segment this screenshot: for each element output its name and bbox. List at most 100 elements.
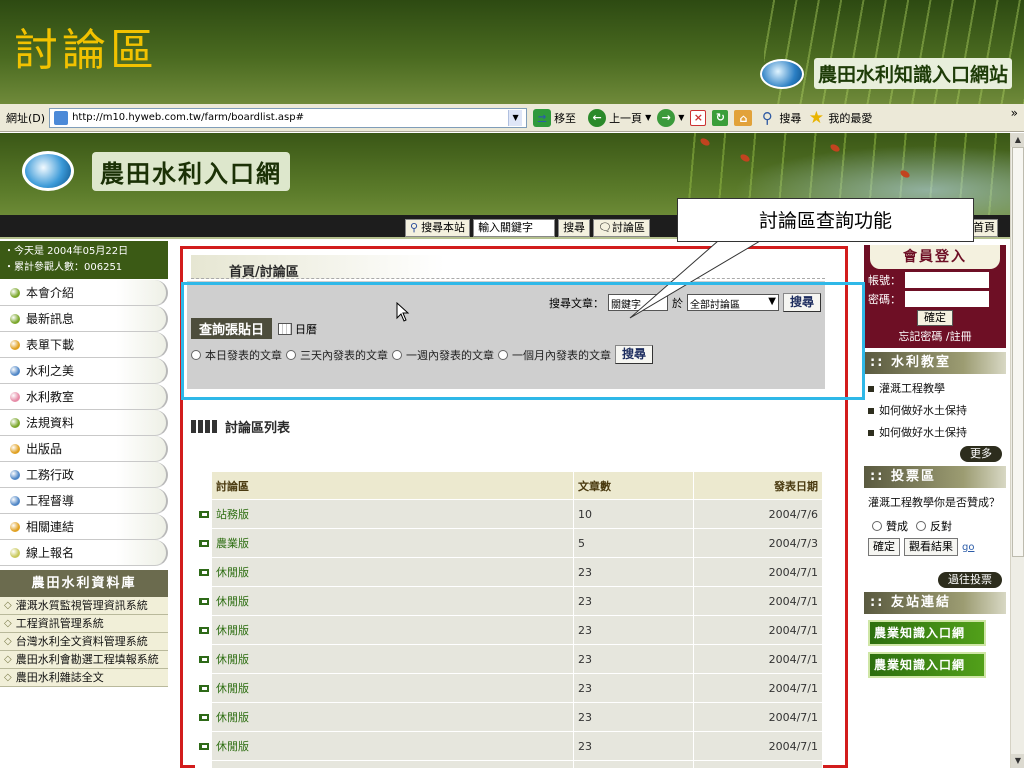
table-row[interactable]: 休閒版232004/7/1 <box>195 673 823 703</box>
search-button[interactable]: ⚲ 搜尋 <box>758 109 802 127</box>
forum-name-link[interactable]: 休閒版 <box>211 557 574 587</box>
site-tools: ⚲ 搜尋本站 輸入關鍵字 搜尋 🗨討論區 首頁 <box>405 219 998 237</box>
column-header-count[interactable]: 文章數 <box>573 471 694 500</box>
database-item[interactable]: ◇ 台灣水利全文資料管理系統 <box>0 633 168 651</box>
article-count: 23 <box>573 615 694 645</box>
sidebar-item[interactable]: 本會介紹 <box>0 280 168 306</box>
sidebar-item[interactable]: 相關連結 <box>0 514 168 540</box>
site-search-button[interactable]: 搜尋 <box>558 219 591 237</box>
forum-name-link[interactable]: 站務版 <box>211 499 574 529</box>
address-url[interactable]: http://m10.hyweb.com.tw/farm/boardlist.a… <box>72 112 504 123</box>
list-item[interactable]: 如何做好水土保持 <box>868 422 1010 444</box>
toolbar-overflow-chevron[interactable]: » <box>1011 106 1018 120</box>
sidebar-item-label: 工程督導 <box>26 494 75 508</box>
brand: 農田水利知識入口網站 <box>759 58 1012 89</box>
account-input[interactable] <box>905 272 989 288</box>
friend-link-banner[interactable]: 農業知識入口網 <box>868 620 986 646</box>
magnifier-icon: ⚲ <box>410 221 419 234</box>
vote-go-link[interactable]: go <box>962 542 974 553</box>
site-name: 農田水利入口網 <box>92 151 290 191</box>
vote-ok-button[interactable]: 確定 <box>868 538 900 556</box>
address-bar[interactable]: http://m10.hyweb.com.tw/farm/boardlist.a… <box>49 107 528 128</box>
forum-name-link[interactable]: 休閒版 <box>211 731 574 761</box>
stop-button[interactable]: × <box>690 109 707 126</box>
sidebar-item[interactable]: 出版品 <box>0 436 168 462</box>
sidebar-item[interactable]: 水利之美 <box>0 358 168 384</box>
database-item-label: 農田水利雜誌全文 <box>15 671 104 684</box>
vote-result-button[interactable]: 觀看結果 <box>904 538 958 556</box>
forum-name-link[interactable]: 休閒版 <box>211 644 574 674</box>
forgot-password-link[interactable]: 忘記密碼 /註冊 <box>864 328 1006 344</box>
database-item[interactable]: ◇ 農田水利雜誌全文 <box>0 669 168 687</box>
forum-name-link[interactable]: 休閒版 <box>211 586 574 616</box>
refresh-button[interactable]: ↻ <box>712 109 729 126</box>
stop-icon: × <box>690 109 707 126</box>
site-logo[interactable]: 農田水利入口網 <box>22 151 290 191</box>
table-row[interactable]: 休閒版232004/7/1 <box>195 760 823 768</box>
sidebar-item[interactable]: 工程督導 <box>0 488 168 514</box>
column-header-date[interactable]: 發表日期 <box>693 471 823 500</box>
sidebar-item[interactable]: 法規資料 <box>0 410 168 436</box>
list-item[interactable]: 灌溉工程教學 <box>868 378 1010 400</box>
table-row[interactable]: 休閒版232004/7/1 <box>195 731 823 761</box>
diamond-icon: ◇ <box>4 672 12 683</box>
forum-row-icon <box>195 760 212 768</box>
sidebar-item[interactable]: 線上報名 <box>0 540 168 566</box>
vote-yes-radio[interactable] <box>872 521 882 531</box>
scroll-down-icon[interactable]: ▼ <box>1011 754 1024 768</box>
database-title: 農田水利資料庫 <box>0 570 168 597</box>
article-count: 23 <box>573 673 694 703</box>
post-date: 2004/7/1 <box>693 615 823 645</box>
forum-name-link[interactable]: 休閒版 <box>211 615 574 645</box>
database-item[interactable]: ◇ 工程資訊管理系統 <box>0 615 168 633</box>
article-count: 23 <box>573 557 694 587</box>
diamond-icon: ◇ <box>4 636 12 647</box>
favorites-button[interactable]: ★ 我的最愛 <box>807 109 873 127</box>
forum-name-link[interactable]: 休閒版 <box>211 760 574 768</box>
home-button[interactable]: ⌂ <box>734 109 753 126</box>
forum-name-link[interactable]: 農業版 <box>211 528 574 558</box>
sidebar-item-label: 工務行政 <box>26 468 75 482</box>
sidebar-item[interactable]: 工務行政 <box>0 462 168 488</box>
sidebar-item[interactable]: 水利教室 <box>0 384 168 410</box>
site-logo-icon <box>22 151 74 191</box>
forum-name-link[interactable]: 休閒版 <box>211 702 574 732</box>
column-header-forum[interactable]: 討論區 <box>211 471 574 500</box>
list-item[interactable]: 如何做好水土保持 <box>868 400 1010 422</box>
brand-text: 農田水利知識入口網站 <box>813 58 1012 89</box>
breadcrumb: 首頁/討論區 <box>191 255 825 280</box>
table-row[interactable]: 休閒版232004/7/1 <box>195 557 823 587</box>
past-votes-button[interactable]: 過往投票 <box>938 572 1002 588</box>
scroll-up-icon[interactable]: ▲ <box>1011 133 1024 147</box>
scroll-thumb[interactable] <box>1012 147 1024 557</box>
forum-name-link[interactable]: 休閒版 <box>211 673 574 703</box>
sidebar-item[interactable]: 最新訊息 <box>0 306 168 332</box>
bullet-icon <box>10 365 20 376</box>
vote-no-radio[interactable] <box>916 521 926 531</box>
back-button[interactable]: ← 上一頁 ▼ <box>588 108 651 127</box>
friend-link-banner[interactable]: 農業知識入口網 <box>868 652 986 678</box>
login-ok-button[interactable]: 確定 <box>917 310 953 326</box>
square-bullet-icon <box>868 430 874 436</box>
table-row[interactable]: 休閒版232004/7/1 <box>195 615 823 645</box>
sidebar-item[interactable]: 表單下載 <box>0 332 168 358</box>
more-button[interactable]: 更多 <box>960 446 1002 462</box>
sidebar-item-label: 本會介紹 <box>26 286 75 300</box>
forward-button[interactable]: → ▼ <box>657 108 684 127</box>
address-dropdown-icon[interactable]: ▼ <box>508 109 523 126</box>
password-input[interactable] <box>905 291 989 307</box>
table-row[interactable]: 休閒版232004/7/1 <box>195 644 823 674</box>
table-row[interactable]: 農業版 5 2004/7/3 <box>195 528 823 558</box>
forum-button[interactable]: 🗨討論區 <box>593 219 651 237</box>
table-row[interactable]: 休閒版232004/7/1 <box>195 586 823 616</box>
post-date: 2004/7/6 <box>693 499 823 529</box>
vertical-scrollbar[interactable]: ▲ ▼ <box>1010 133 1024 768</box>
table-row[interactable]: 休閒版232004/7/1 <box>195 702 823 732</box>
go-button[interactable]: → 移至 <box>533 108 576 127</box>
table-row[interactable]: 站務版 10 2004/7/6 <box>195 499 823 529</box>
keyword-input[interactable]: 輸入關鍵字 <box>473 219 556 237</box>
right-sidebar: 會員登入 帳號： 密碼： 確定 忘記密碼 /註冊 :: 水利教室 灌溉工程教學 … <box>858 241 1010 768</box>
database-item[interactable]: ◇ 灌溉水質監視管理資訊系統 <box>0 597 168 615</box>
database-item[interactable]: ◇ 農田水利會勘選工程填報系統 <box>0 651 168 669</box>
sidebar-item-label: 法規資料 <box>26 416 75 430</box>
